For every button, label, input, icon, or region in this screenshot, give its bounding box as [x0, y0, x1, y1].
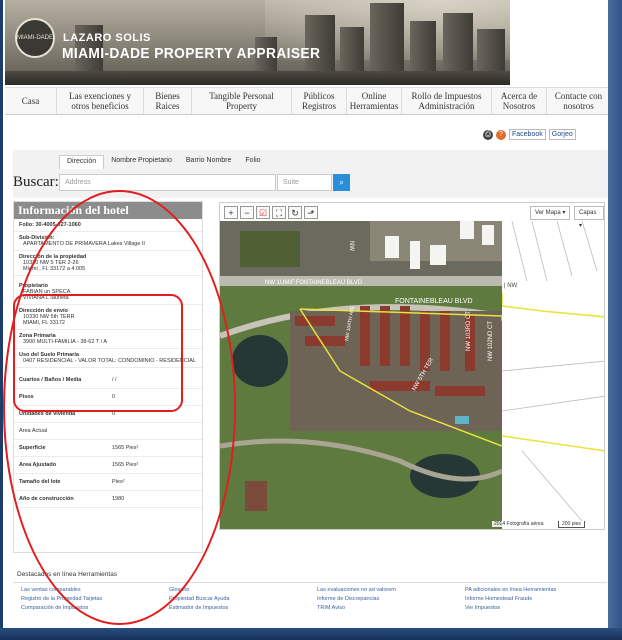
search-icon: ⌕ [339, 178, 344, 187]
footer-link[interactable]: Glosario [169, 587, 317, 593]
footer-link[interactable]: PA adicionales en línea Herramientas [465, 587, 605, 593]
map-type-dropdown[interactable]: Ver Mapa ▾ [530, 206, 571, 220]
gorjeo-link[interactable]: Gorjeo [548, 129, 576, 140]
header-banner: MIAMI-DADE LAZARO SOLIS MIAMI-DADE PROPE… [5, 0, 510, 85]
footer-link[interactable]: Ver Impuestos [465, 605, 605, 611]
nav-item-impuestos[interactable]: Rollo de Impuestos Administración [402, 88, 492, 114]
select-icon[interactable]: ☑ [256, 206, 270, 219]
footer-link[interactable]: Propiedad Buscar Ayuda [169, 596, 317, 602]
nav-item-tangible[interactable]: Tangible Personal Property [192, 88, 292, 114]
nav-item-exenciones[interactable]: Las exenciones y otros beneficios [57, 88, 144, 114]
map-scale: 200 pies [558, 521, 585, 528]
print-icon[interactable]: ⎙ [483, 129, 493, 140]
tab-direccion[interactable]: Dirección [59, 155, 105, 169]
property-map[interactable]: NW 1UMIF.FONTAINEBLEAU BLVD FONTAINEBLEA… [219, 202, 605, 530]
nav-item-nosotros[interactable]: Acerca de Nosotros [492, 88, 547, 114]
annotation-rounded-box [13, 294, 183, 412]
footer-link[interactable]: Informe Homestead Fraude [465, 596, 605, 602]
street-label: NW 1UMIF.FONTAINEBLEAU BLVD [265, 280, 363, 286]
page-bottom-band [0, 628, 622, 640]
search-tabs: Dirección Nombre Propietario Barrio Nomb… [59, 155, 268, 169]
share-icon[interactable]: ⬏ [304, 206, 318, 219]
brand-title: MIAMI-DADE PROPERTY APPRAISER [62, 45, 321, 62]
map-controls: + − ☑ ⛶ ↻ ⬏ [224, 206, 318, 219]
search-label: Buscar: [13, 174, 59, 190]
aerial-photo[interactable]: NW 1UMIF.FONTAINEBLEAU BLVD FONTAINEBLEA… [220, 221, 502, 530]
footer-link[interactable]: Informe de Discrepancias [317, 596, 465, 602]
street-label: FONTAINEBLEAU BLVD [395, 298, 473, 305]
main-nav: Casa Las exenciones y otros beneficios B… [5, 87, 608, 115]
tab-barrio-nombre[interactable]: Barrio Nombre [179, 155, 239, 169]
fullscreen-icon[interactable]: ⛶ [272, 206, 286, 219]
footer-link[interactable]: Las evaluaciones no ad valorem [317, 587, 465, 593]
zoom-in-button[interactable]: + [224, 206, 238, 219]
search-button[interactable]: ⌕ [333, 174, 350, 191]
parcel-map[interactable]: | NW [502, 221, 605, 530]
search-area: Dirección Nombre Propietario Barrio Nomb… [13, 150, 608, 198]
nav-item-casa[interactable]: Casa [5, 88, 57, 114]
facebook-link[interactable]: Facebook [509, 129, 546, 140]
help-icon[interactable]: ? [496, 129, 506, 140]
suite-input[interactable]: Suite [277, 174, 332, 191]
brand-name: LAZARO SOLIS [63, 32, 151, 44]
page: MIAMI-DADE LAZARO SOLIS MIAMI-DADE PROPE… [3, 0, 608, 630]
zoom-out-button[interactable]: − [240, 206, 254, 219]
nav-item-bienes-raices[interactable]: Bienes Raices [144, 88, 192, 114]
street-label: NW 103RD CT [466, 311, 472, 351]
refresh-icon[interactable]: ↻ [288, 206, 302, 219]
layers-dropdown[interactable]: Capas ▾ [574, 206, 604, 229]
tab-folio[interactable]: Folio [238, 155, 267, 169]
footer-link[interactable]: TRIM Aviso [317, 605, 465, 611]
nav-item-registros[interactable]: Públicos Registros [292, 88, 347, 114]
banner-water [5, 71, 510, 85]
street-label: | NW [504, 283, 518, 289]
footer-link[interactable]: Estimador de Impuestos [169, 605, 317, 611]
tab-nombre-propietario[interactable]: Nombre Propietario [104, 155, 179, 169]
tool-icons: ⎙ ? Facebook Gorjeo [483, 129, 576, 140]
page-edge [608, 0, 622, 628]
county-seal-logo[interactable]: MIAMI-DADE [15, 18, 55, 58]
nav-item-herramientas[interactable]: Online Herramientas [347, 88, 402, 114]
address-input[interactable]: Address [59, 174, 276, 191]
street-label: NW 102ND CT [488, 321, 494, 361]
street-label: NW [348, 241, 354, 251]
map-credit: 2014 Fotografía aérea [492, 521, 546, 527]
nav-item-contacte[interactable]: Contacte con nosotros [547, 88, 608, 114]
